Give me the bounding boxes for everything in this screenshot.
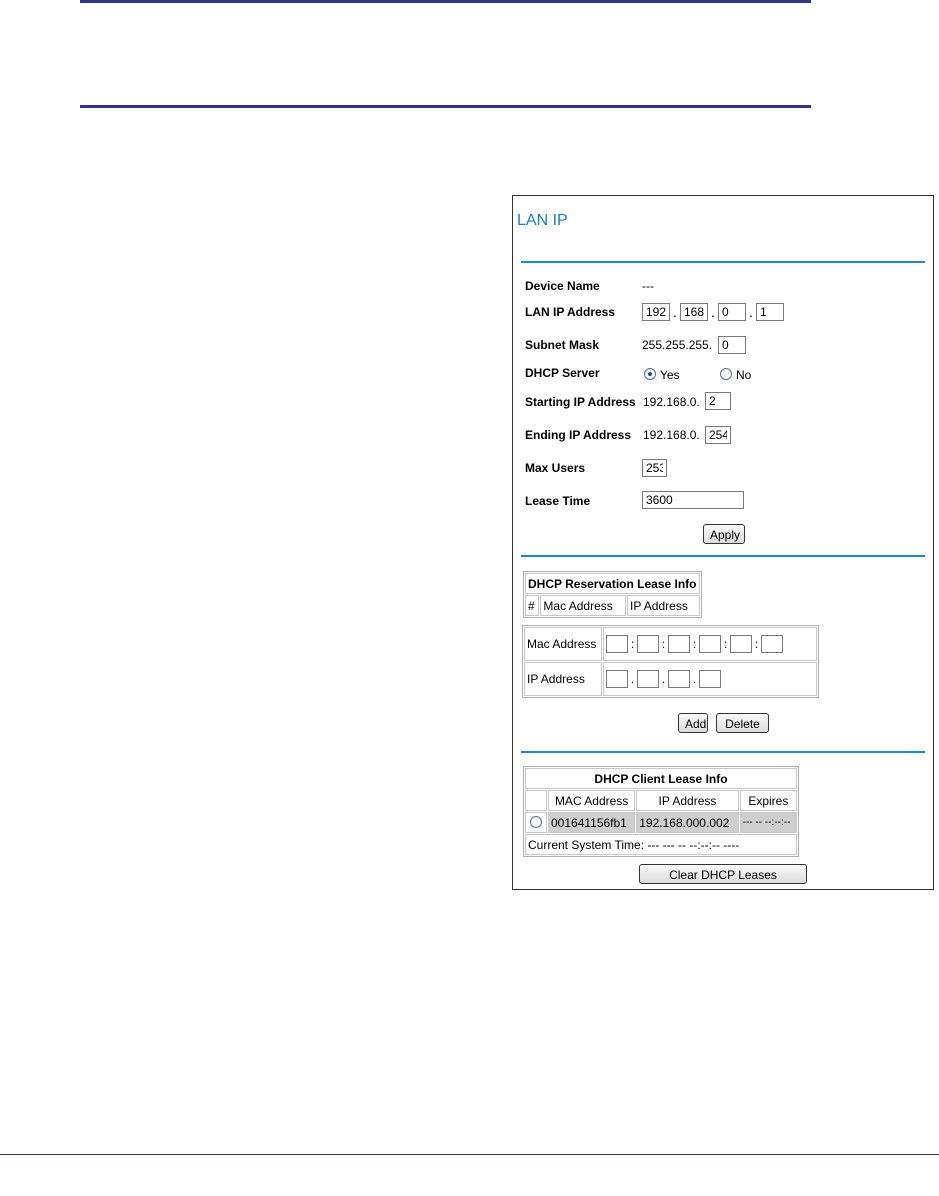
column-header-ip: IP Address bbox=[636, 790, 739, 811]
lan-ip-octet-3[interactable] bbox=[718, 303, 746, 321]
mac-segment-input[interactable] bbox=[637, 635, 659, 653]
ip-segment-input[interactable] bbox=[637, 670, 659, 688]
section-divider bbox=[521, 261, 925, 263]
dhcp-server-no-label: No bbox=[736, 368, 752, 382]
row-mac: 001641156fb1 bbox=[548, 812, 636, 833]
reservation-entry-table: Mac Address ::::: IP Address ... bbox=[522, 625, 819, 698]
subnet-mask-last-octet[interactable] bbox=[718, 336, 746, 354]
column-header-select bbox=[525, 790, 547, 811]
add-button[interactable]: Add bbox=[678, 713, 708, 733]
ip-dot: . bbox=[711, 304, 715, 320]
client-lease-table: DHCP Client Lease Info MAC Address IP Ad… bbox=[523, 766, 799, 857]
ending-ip-label: Ending IP Address bbox=[525, 428, 632, 442]
apply-button[interactable]: Apply bbox=[703, 524, 745, 544]
client-lease-title: DHCP Client Lease Info bbox=[525, 768, 797, 789]
mac-segment-input[interactable] bbox=[761, 635, 783, 653]
row-select-radio[interactable] bbox=[530, 816, 542, 828]
reservation-mac-label: Mac Address bbox=[524, 627, 602, 661]
section-divider bbox=[521, 555, 925, 557]
column-header-expires: Expires bbox=[739, 790, 797, 811]
dhcp-server-label: DHCP Server bbox=[525, 366, 600, 380]
panel-title: LAN IP bbox=[517, 212, 568, 229]
lan-ip-label: LAN IP Address bbox=[525, 305, 616, 319]
ending-ip-input[interactable] bbox=[705, 426, 731, 444]
mac-segment-input[interactable] bbox=[606, 635, 628, 653]
lan-ip-panel: LAN IP Device Name --- LAN IP Address . … bbox=[512, 195, 934, 890]
delete-button[interactable]: Delete bbox=[716, 713, 769, 733]
ip-dot: . bbox=[673, 304, 677, 320]
current-system-time: Current System Time: --- --- -- --:--:--… bbox=[525, 834, 797, 855]
mac-segment-input[interactable] bbox=[730, 635, 752, 653]
starting-ip-label: Starting IP Address bbox=[525, 395, 636, 409]
ip-segment-input[interactable] bbox=[699, 670, 721, 688]
page-footer-rule bbox=[0, 1154, 939, 1155]
lease-time-input[interactable] bbox=[642, 491, 744, 509]
dhcp-server-yes-radio[interactable] bbox=[644, 368, 656, 380]
lan-ip-octet-4[interactable] bbox=[756, 303, 784, 321]
column-header-number: # bbox=[525, 595, 540, 616]
starting-ip-input[interactable] bbox=[705, 392, 731, 410]
lan-ip-octet-2[interactable] bbox=[680, 303, 708, 321]
ip-segment-input[interactable] bbox=[668, 670, 690, 688]
lease-time-label: Lease Time bbox=[525, 494, 591, 508]
subnet-mask-label: Subnet Mask bbox=[525, 338, 600, 352]
row-ip: 192.168.000.002 bbox=[636, 812, 739, 833]
reservation-table: DHCP Reservation Lease Info # Mac Addres… bbox=[523, 571, 702, 618]
reservation-mac-fields: ::::: bbox=[603, 627, 817, 661]
reservation-ip-fields: ... bbox=[603, 662, 817, 696]
ip-segment-input[interactable] bbox=[606, 670, 628, 688]
subnet-mask-prefix: 255.255.255. bbox=[642, 338, 713, 352]
column-header-mac: MAC Address bbox=[548, 790, 636, 811]
max-users-input[interactable] bbox=[642, 459, 667, 477]
section-divider bbox=[521, 751, 925, 753]
page-top-rule bbox=[80, 0, 811, 3]
clear-dhcp-leases-button[interactable]: Clear DHCP Leases bbox=[639, 864, 807, 884]
row-select-cell bbox=[525, 812, 547, 833]
row-expires: --- -- --:--:-- bbox=[739, 812, 797, 833]
ending-ip-prefix: 192.168.0. bbox=[643, 428, 700, 442]
mac-segment-input[interactable] bbox=[668, 635, 690, 653]
reservation-title: DHCP Reservation Lease Info bbox=[525, 573, 700, 594]
page-header-rule bbox=[80, 105, 811, 108]
column-header-mac: Mac Address bbox=[540, 595, 626, 616]
lan-ip-octet-1[interactable] bbox=[642, 303, 670, 321]
starting-ip-prefix: 192.168.0. bbox=[643, 395, 700, 409]
device-name-value: --- bbox=[642, 279, 654, 293]
table-row: 001641156fb1 192.168.000.002 --- -- --:-… bbox=[525, 812, 797, 833]
dhcp-server-no-radio[interactable] bbox=[720, 368, 732, 380]
reservation-ip-label: IP Address bbox=[524, 662, 602, 696]
max-users-label: Max Users bbox=[525, 461, 586, 475]
mac-segment-input[interactable] bbox=[699, 635, 721, 653]
ip-dot: . bbox=[749, 304, 753, 320]
dhcp-server-yes-label: Yes bbox=[660, 368, 680, 382]
column-header-ip: IP Address bbox=[627, 595, 700, 616]
device-name-label: Device Name bbox=[525, 279, 600, 293]
